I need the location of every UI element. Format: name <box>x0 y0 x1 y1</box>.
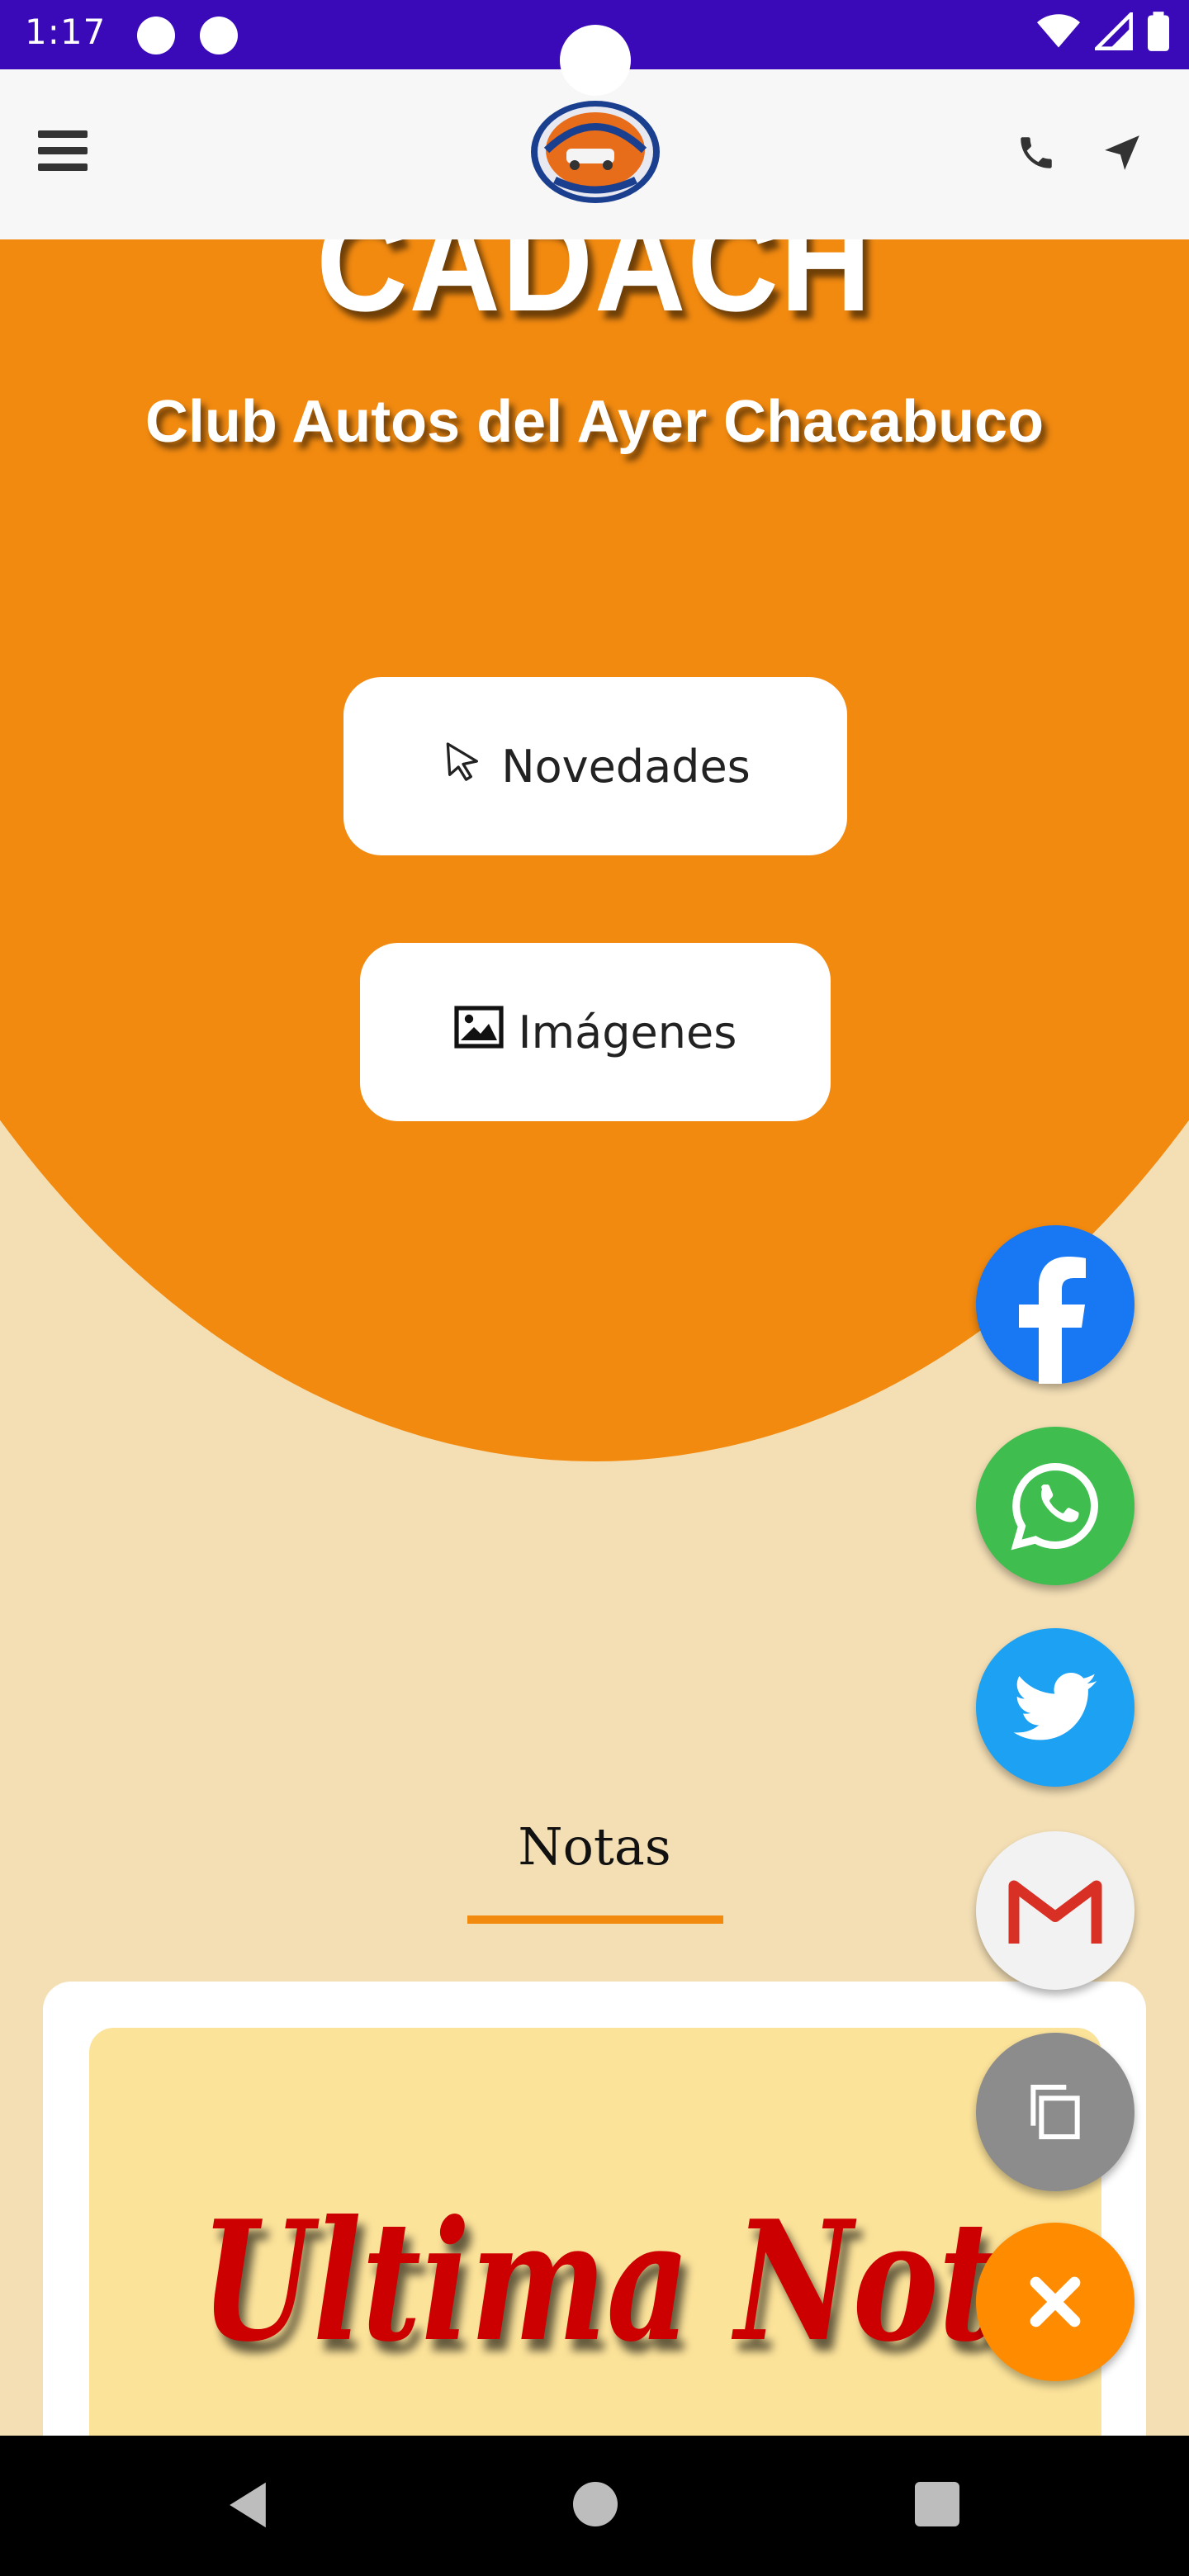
status-icons <box>1037 12 1169 51</box>
twitter-icon <box>1013 1672 1097 1740</box>
imagenes-label: Imágenes <box>518 1006 737 1058</box>
whatsapp-icon <box>1011 1462 1098 1551</box>
novedades-label: Novedades <box>501 740 751 793</box>
facebook-share-button[interactable] <box>976 1225 1135 1384</box>
close-share-button[interactable] <box>976 2223 1135 2381</box>
wifi-icon <box>1037 14 1080 48</box>
club-logo[interactable] <box>530 99 661 205</box>
twitter-share-button[interactable] <box>976 1628 1135 1787</box>
location-arrow-icon[interactable] <box>1101 132 1143 173</box>
phone-icon[interactable] <box>1016 132 1057 173</box>
hero-subtitle: Club Autos del Ayer Chacabuco <box>144 389 1045 455</box>
image-icon <box>454 1005 504 1059</box>
home-icon[interactable] <box>573 2482 618 2526</box>
android-nav-bar <box>0 2436 1189 2576</box>
gmail-icon <box>1008 1878 1102 1944</box>
hamburger-menu-icon[interactable] <box>38 130 88 172</box>
whatsapp-share-button[interactable] <box>976 1427 1135 1585</box>
copy-link-button[interactable] <box>976 2033 1135 2191</box>
signal-icon <box>1095 12 1133 50</box>
facebook-icon <box>1019 1257 1086 1384</box>
notification-app-icon <box>200 17 238 54</box>
camera-notch <box>560 25 631 96</box>
recent-apps-icon[interactable] <box>915 2482 959 2526</box>
battery-icon <box>1148 12 1169 51</box>
imagenes-button[interactable]: Imágenes <box>360 943 831 1121</box>
close-icon <box>1030 2276 1081 2327</box>
cursor-icon <box>440 738 486 795</box>
status-time: 1:17 <box>25 12 107 52</box>
gmail-share-button[interactable] <box>976 1831 1135 1990</box>
novedades-button[interactable]: Novedades <box>343 677 847 855</box>
back-icon[interactable] <box>225 2480 271 2530</box>
copy-icon <box>1030 2085 1080 2139</box>
notification-dot-icon <box>137 17 175 54</box>
ultima-nota-text: Ultima Nota <box>200 2185 1082 2379</box>
notas-underline <box>467 1915 723 1924</box>
